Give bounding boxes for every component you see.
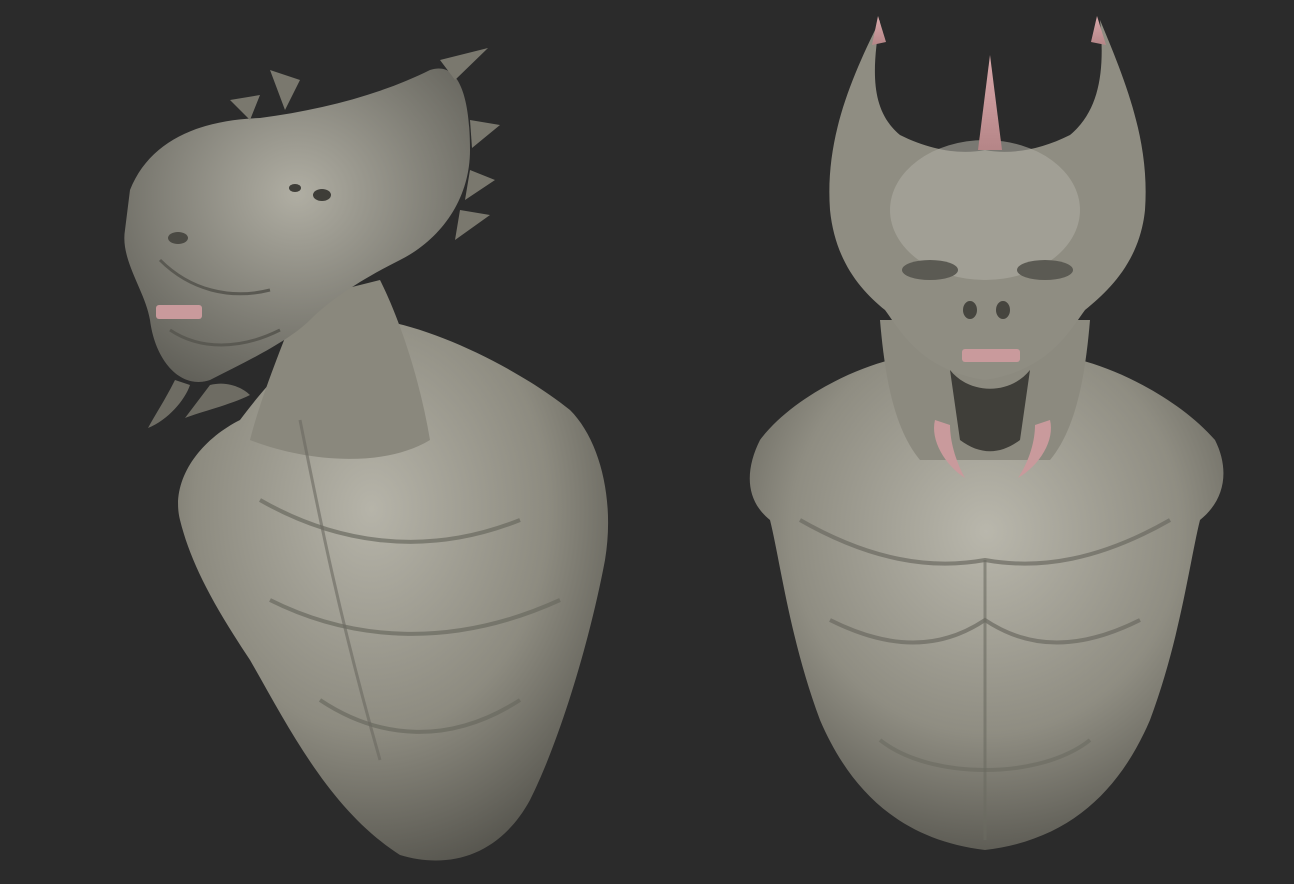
sculpt-viewport <box>0 0 1294 884</box>
three-quarter-view-bust <box>124 48 609 861</box>
sculpt-render <box>124 16 1224 861</box>
front-view-bust <box>749 16 1224 850</box>
